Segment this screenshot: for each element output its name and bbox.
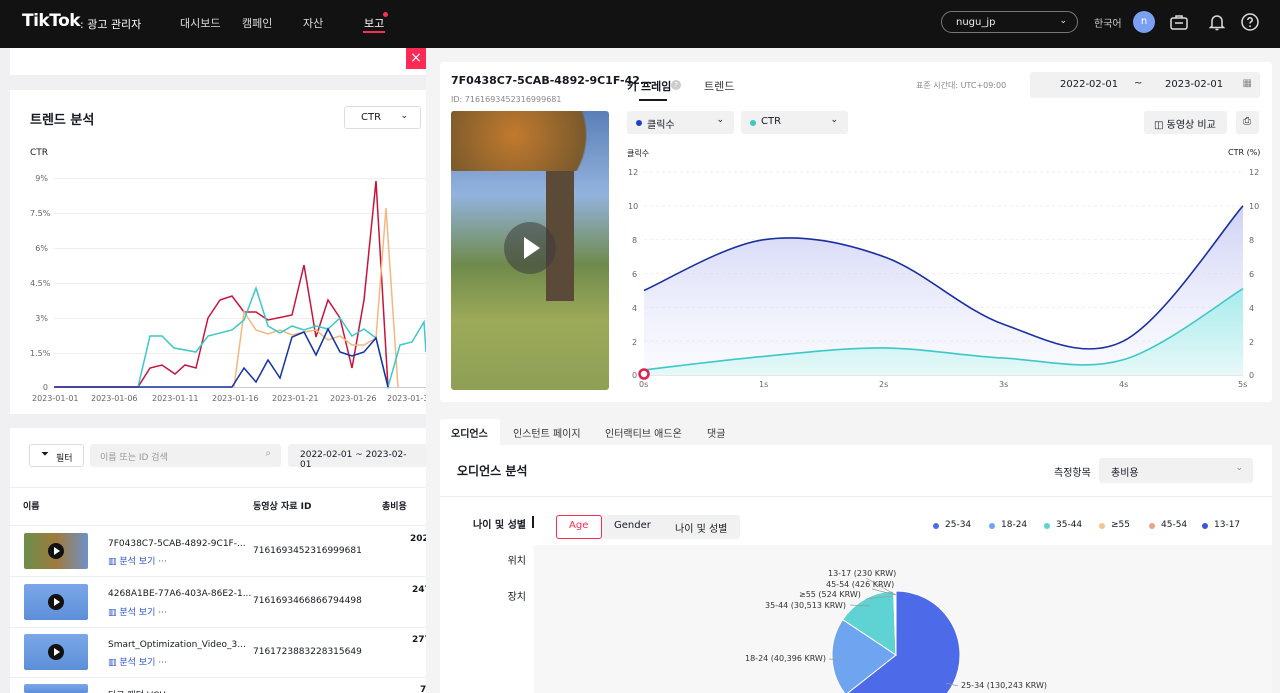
pie-label: 25-34 (130,243 KRW) <box>961 681 1048 690</box>
pie-label: 45-54 (426 KRW) <box>826 580 895 589</box>
pie-label: ≥55 (524 KRW) <box>799 590 861 599</box>
pie-label: 13-17 (230 KRW) <box>828 569 897 578</box>
pie-label: 18-24 (40,396 KRW) <box>745 654 826 663</box>
pie-label: 35-44 (30,513 KRW) <box>765 601 846 610</box>
age-pie-chart <box>828 577 961 693</box>
